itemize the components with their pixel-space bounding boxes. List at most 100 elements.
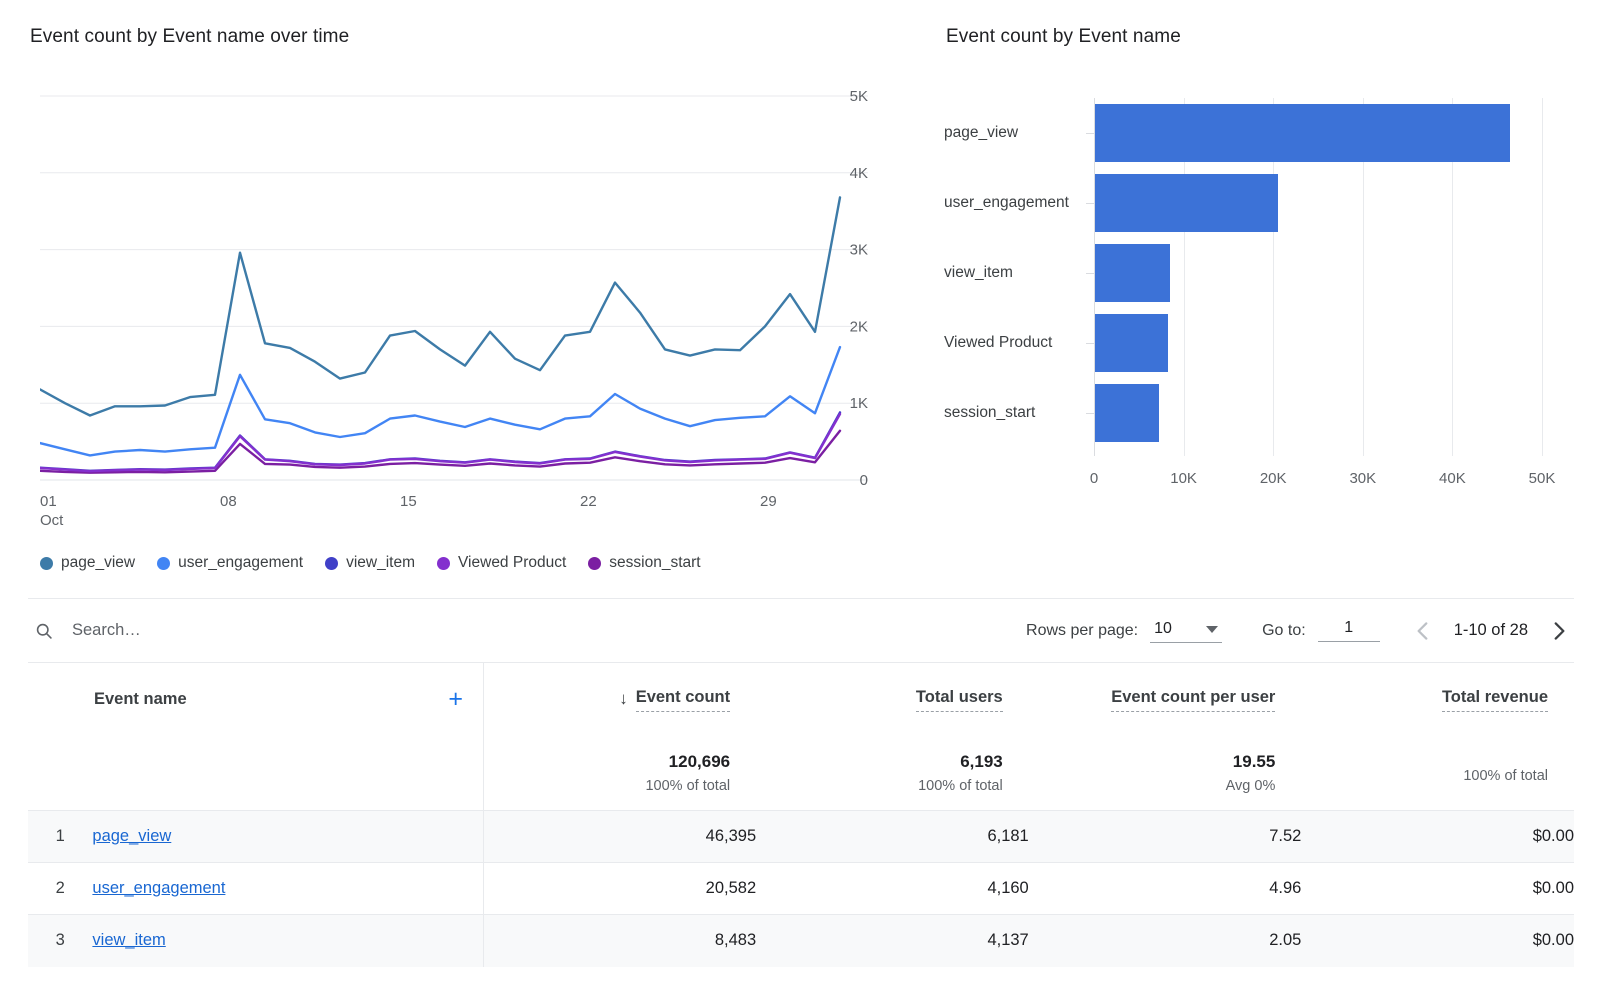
table-row[interactable]: 1 page_view 46,395 6,181 7.52 $0.00 bbox=[28, 810, 1574, 863]
bar-x-tick-0: 0 bbox=[1089, 470, 1099, 487]
line-series-page_view bbox=[40, 196, 842, 417]
bar-x-tick-10K: 10K bbox=[1170, 470, 1197, 487]
th-event-name-label: Event name bbox=[94, 690, 187, 709]
th-event-count-label: Event count bbox=[635, 688, 731, 712]
bar-y-tick bbox=[1086, 133, 1094, 134]
table-header: Event name + ↓ Event count Total users E… bbox=[28, 662, 1574, 737]
row-total-users: 4,160 bbox=[756, 862, 1029, 915]
totals-event-count-value: 120,696 bbox=[668, 752, 731, 772]
legend-item-view_item[interactable]: view_item bbox=[325, 554, 415, 572]
search-input[interactable] bbox=[70, 620, 370, 641]
table-row[interactable]: 3 view_item 8,483 4,137 2.05 $0.00 bbox=[28, 914, 1574, 967]
pagination-controls: Rows per page: 10 Go to: 1 1-10 of 28 bbox=[1026, 618, 1574, 644]
row-per-user: 2.05 bbox=[1028, 914, 1302, 967]
line-chart-title: Event count by Event name over time bbox=[30, 26, 350, 47]
totals-per-user-sub: Avg 0% bbox=[1225, 778, 1276, 795]
x-tick-label: 15 bbox=[400, 493, 417, 510]
th-event-count[interactable]: ↓ Event count bbox=[483, 662, 757, 737]
bar-y-tick bbox=[1086, 343, 1094, 344]
legend-dot-icon bbox=[157, 556, 171, 570]
bar-label-wrap: page_view bbox=[944, 98, 1080, 168]
x-tick-22: 22 bbox=[580, 492, 597, 511]
x-tick-01: 01 Oct bbox=[40, 492, 63, 530]
table-totals-row: 120,696 100% of total 6,193 100% of tota… bbox=[28, 736, 1574, 811]
search-box[interactable] bbox=[28, 620, 370, 641]
row-event-count: 8,483 bbox=[483, 914, 757, 967]
row-revenue: $0.00 bbox=[1301, 914, 1574, 967]
bar-viewed-product[interactable] bbox=[1094, 314, 1169, 372]
th-total-users-label: Total users bbox=[915, 688, 1003, 712]
th-event-count-per-user[interactable]: Event count per user bbox=[1028, 662, 1302, 737]
next-page-button[interactable] bbox=[1546, 618, 1572, 644]
goto-label: Go to: bbox=[1262, 621, 1306, 639]
totals-event-count-sub: 100% of total bbox=[645, 778, 731, 795]
line-chart-legend: page_view user_engagement view_item Viewed … bbox=[40, 554, 701, 572]
totals-per-user-value: 19.55 bbox=[1232, 752, 1276, 772]
th-total-revenue-label: Total revenue bbox=[1441, 688, 1548, 712]
row-index: 1 bbox=[28, 810, 93, 863]
legend-item-session_start[interactable]: session_start bbox=[588, 554, 701, 572]
th-total-revenue[interactable]: Total revenue bbox=[1301, 662, 1574, 737]
bar-label-view_item: view_item bbox=[944, 264, 1013, 281]
totals-revenue: 100% of total bbox=[1301, 737, 1574, 811]
table-toolbar: Rows per page: 10 Go to: 1 1-10 of 28 bbox=[28, 598, 1574, 662]
legend-label: user_engagement bbox=[178, 554, 304, 571]
legend-item-user_engagement[interactable]: user_engagement bbox=[157, 554, 303, 572]
x-tick-sublabel: Oct bbox=[40, 512, 64, 529]
events-table: Event name + ↓ Event count Total users E… bbox=[28, 662, 1574, 967]
row-total-users: 6,181 bbox=[756, 810, 1029, 863]
bar-label-wrap: view_item bbox=[944, 238, 1080, 308]
bar-x-tick-50K: 50K bbox=[1528, 470, 1556, 487]
bar-x-tick-40K: 40K bbox=[1439, 470, 1466, 487]
plus-icon[interactable]: + bbox=[448, 687, 463, 712]
row-total-users: 4,137 bbox=[756, 914, 1029, 967]
event-name-link[interactable]: user_engagement bbox=[92, 879, 225, 897]
page-range-text: 1-10 of 28 bbox=[1453, 621, 1528, 639]
legend-item-viewed-product[interactable]: Viewed Product bbox=[437, 554, 566, 572]
row-per-user: 7.52 bbox=[1028, 810, 1302, 863]
row-per-user: 4.96 bbox=[1028, 862, 1302, 915]
th-total-users[interactable]: Total users bbox=[756, 662, 1029, 737]
table-row[interactable]: 2 user_engagement 20,582 4,160 4.96 $0.00 bbox=[28, 862, 1574, 915]
svg-text:3K: 3K bbox=[850, 242, 868, 259]
x-tick-label: 08 bbox=[220, 493, 237, 510]
goto-input[interactable]: 1 bbox=[1317, 619, 1380, 642]
legend-item-page_view[interactable]: page_view bbox=[40, 554, 135, 572]
bar-session_start[interactable] bbox=[1094, 384, 1159, 442]
bar-user_engagement[interactable] bbox=[1094, 174, 1279, 232]
rows-per-page-label: Rows per page: bbox=[1026, 621, 1139, 639]
bar-label-wrap: session_start bbox=[944, 378, 1080, 448]
th-event-name: Event name + bbox=[28, 662, 484, 737]
bar-chart-card: Event count by Event name 0 10K 20K 30K 40K 5… bbox=[944, 26, 1574, 546]
legend-label: page_view bbox=[61, 554, 136, 571]
bar-label-viewed-product: Viewed Product bbox=[944, 334, 1053, 351]
analytics-events-report: Event count by Event name over time 0 1K 2… bbox=[0, 0, 1600, 993]
x-tick-label: 01 bbox=[40, 493, 57, 510]
chevron-down-icon bbox=[1206, 625, 1219, 633]
bar-label-page_view: page_view bbox=[944, 124, 1019, 141]
bar-label-session_start: session_start bbox=[944, 404, 1036, 421]
bar-chart-title: Event count by Event name bbox=[946, 26, 1181, 47]
x-tick-15: 15 bbox=[400, 492, 417, 511]
svg-text:2K: 2K bbox=[850, 318, 868, 335]
legend-dot-icon bbox=[437, 556, 450, 570]
legend-dot-icon bbox=[325, 556, 339, 570]
bar-chart-plot: 0 10K 20K 30K 40K 50K page_view user_engagement… bbox=[944, 88, 1556, 538]
bar-y-tick bbox=[1086, 413, 1094, 414]
row-index: 2 bbox=[28, 862, 93, 915]
line-chart-svg: 0 1K 2K 3K 4K 5K bbox=[40, 88, 868, 488]
event-name-link[interactable]: page_view bbox=[92, 827, 171, 845]
bar-axis-line bbox=[1094, 98, 1095, 456]
row-event-name: page_view bbox=[92, 810, 484, 863]
row-index: 3 bbox=[28, 914, 93, 967]
line-chart-x-axis: 01 Oct 08 15 22 29 bbox=[40, 492, 868, 538]
event-name-link[interactable]: view_item bbox=[92, 931, 165, 949]
chevron-right-icon bbox=[1554, 621, 1565, 640]
x-tick-label: 22 bbox=[580, 493, 597, 510]
legend-label: Viewed Product bbox=[458, 554, 567, 571]
previous-page-button[interactable] bbox=[1410, 618, 1436, 644]
bar-page_view[interactable] bbox=[1094, 104, 1510, 162]
rows-per-page-select[interactable]: 10 bbox=[1150, 618, 1223, 643]
totals-total-users: 6,193 100% of total bbox=[756, 737, 1029, 811]
bar-view_item[interactable] bbox=[1094, 244, 1170, 302]
